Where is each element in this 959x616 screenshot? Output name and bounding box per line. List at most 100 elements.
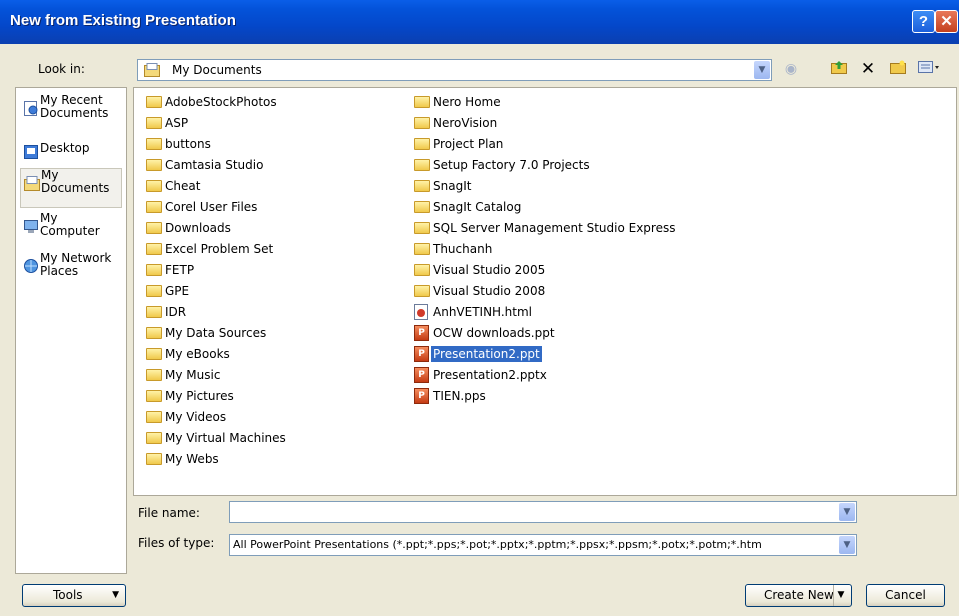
- folder-icon: [146, 388, 162, 404]
- file-name-label: AdobeStockPhotos: [165, 95, 277, 109]
- place-my-computer[interactable]: My Computer: [20, 212, 122, 252]
- computer-icon: [23, 218, 39, 234]
- file-name-label: ASP: [165, 116, 189, 130]
- file-name-label: Downloads: [165, 221, 231, 235]
- create-new-button-label: Create New: [764, 588, 834, 602]
- file-name-label: Thuchanh: [433, 242, 493, 256]
- folder-icon: [414, 94, 430, 110]
- file-type-dropdown[interactable]: All PowerPoint Presentations (*.ppt;*.pp…: [229, 534, 857, 556]
- views-icon[interactable]: [918, 60, 939, 78]
- folder-icon: [414, 220, 430, 236]
- back-icon[interactable]: ◉: [782, 60, 800, 78]
- folder-icon: [414, 283, 430, 299]
- folder-icon: [414, 115, 430, 131]
- folder-icon: [146, 115, 162, 131]
- file-name-label: My eBooks: [165, 347, 230, 361]
- folder-icon: [146, 451, 162, 467]
- file-name-label: File name:: [138, 506, 200, 520]
- file-name-label: My Pictures: [165, 389, 234, 403]
- chevron-down-icon[interactable]: ▼: [839, 503, 855, 521]
- file-name-label: Excel Problem Set: [165, 242, 274, 256]
- folder-icon: [146, 178, 162, 194]
- create-new-button[interactable]: Create New ▼: [745, 584, 852, 607]
- folder-icon: [414, 199, 430, 215]
- file-name-label: IDR: [165, 305, 187, 319]
- file-name-label: Project Plan: [433, 137, 504, 151]
- file-name-label: TIEN.pps: [433, 389, 486, 403]
- folder-icon: [414, 136, 430, 152]
- file-name-label: Presentation2.pptx: [433, 368, 547, 382]
- folder-icon: [146, 304, 162, 320]
- folder-icon: [146, 199, 162, 215]
- file-type-value: All PowerPoint Presentations (*.ppt;*.pp…: [233, 538, 762, 551]
- folder-icon: [414, 157, 430, 173]
- file-type-label: Files of type:: [138, 536, 214, 550]
- look-in-dropdown[interactable]: My Documents ▼: [137, 59, 772, 81]
- file-name-label: My Data Sources: [165, 326, 267, 340]
- html-file-icon: [414, 304, 430, 320]
- help-button[interactable]: ?: [912, 10, 935, 33]
- folder-icon: [414, 241, 430, 257]
- file-name-label: SQL Server Management Studio Express: [433, 221, 676, 235]
- places-bar: My Recent Documents Desktop My Documents…: [15, 87, 127, 574]
- slideshow-file-icon: P: [414, 388, 430, 404]
- file-name-label: Setup Factory 7.0 Projects: [433, 158, 590, 172]
- new-folder-icon[interactable]: [889, 60, 907, 78]
- place-network-places[interactable]: My Network Places: [20, 252, 122, 292]
- powerpoint-file-icon: P: [414, 346, 430, 362]
- folder-icon: [146, 136, 162, 152]
- place-recent-documents[interactable]: My Recent Documents: [20, 94, 122, 134]
- chevron-down-icon[interactable]: ▼: [839, 536, 855, 554]
- folder-icon: [146, 430, 162, 446]
- file-name-label: Corel User Files: [165, 200, 258, 214]
- file-type-label-text: Files of type:: [138, 536, 215, 550]
- up-folder-icon[interactable]: [830, 60, 848, 78]
- folder-icon: [146, 220, 162, 236]
- file-name-label: Cheat: [165, 179, 201, 193]
- file-name-label: FETP: [165, 263, 195, 277]
- chevron-down-icon: ▼: [112, 590, 119, 600]
- chevron-down-icon[interactable]: ▼: [754, 61, 770, 79]
- place-label: My Recent Documents: [40, 93, 109, 120]
- folder-icon: [146, 409, 162, 425]
- close-button[interactable]: ✕: [935, 10, 958, 33]
- window-title: New from Existing Presentation: [10, 12, 236, 29]
- file-name-label: Camtasia Studio: [165, 158, 264, 172]
- file-name-label: Nero Home: [433, 95, 501, 109]
- folder-icon: [146, 241, 162, 257]
- file-name-label: My Videos: [165, 410, 227, 424]
- my-documents-icon: [144, 63, 160, 80]
- look-in-label-text: Look in:: [38, 62, 85, 76]
- powerpoint-file-icon: P: [414, 325, 430, 341]
- place-my-documents[interactable]: My Documents: [20, 168, 122, 208]
- file-name-label-text: File name:: [138, 506, 200, 520]
- file-name-label: GPE: [165, 284, 190, 298]
- folder-icon: [146, 157, 162, 173]
- file-name-field[interactable]: ▼: [229, 501, 857, 523]
- tools-button-label: Tools: [53, 588, 83, 602]
- my-documents-icon: [24, 175, 40, 191]
- folder-icon: [146, 283, 162, 299]
- title-bar: New from Existing Presentation ? ✕: [0, 0, 959, 44]
- folder-icon: [146, 346, 162, 362]
- folder-icon: [146, 262, 162, 278]
- cancel-button[interactable]: Cancel: [866, 584, 945, 607]
- delete-icon[interactable]: ✕: [859, 60, 877, 78]
- file-list[interactable]: AdobeStockPhotos ASP buttons Camtasia Studi…: [133, 87, 957, 496]
- file-name-label: My Webs: [165, 452, 219, 466]
- chevron-down-icon[interactable]: ▼: [833, 585, 848, 606]
- tools-button[interactable]: Tools ▼: [22, 584, 126, 607]
- recent-documents-icon: [23, 100, 39, 116]
- file-name-label: AnhVETINH.html: [433, 305, 533, 319]
- file-name-label: OCW downloads.ppt: [433, 326, 555, 340]
- folder-icon: [146, 325, 162, 341]
- file-name-label: My Virtual Machines: [165, 431, 286, 445]
- file-name-label: Presentation2.ppt: [431, 346, 542, 362]
- cancel-button-label: Cancel: [885, 588, 926, 602]
- place-label: My Computer: [40, 211, 100, 238]
- folder-icon: [414, 178, 430, 194]
- desktop-icon: [23, 144, 39, 160]
- powerpoint-file-icon: P: [414, 367, 430, 383]
- folder-icon: [414, 262, 430, 278]
- folder-icon: [146, 367, 162, 383]
